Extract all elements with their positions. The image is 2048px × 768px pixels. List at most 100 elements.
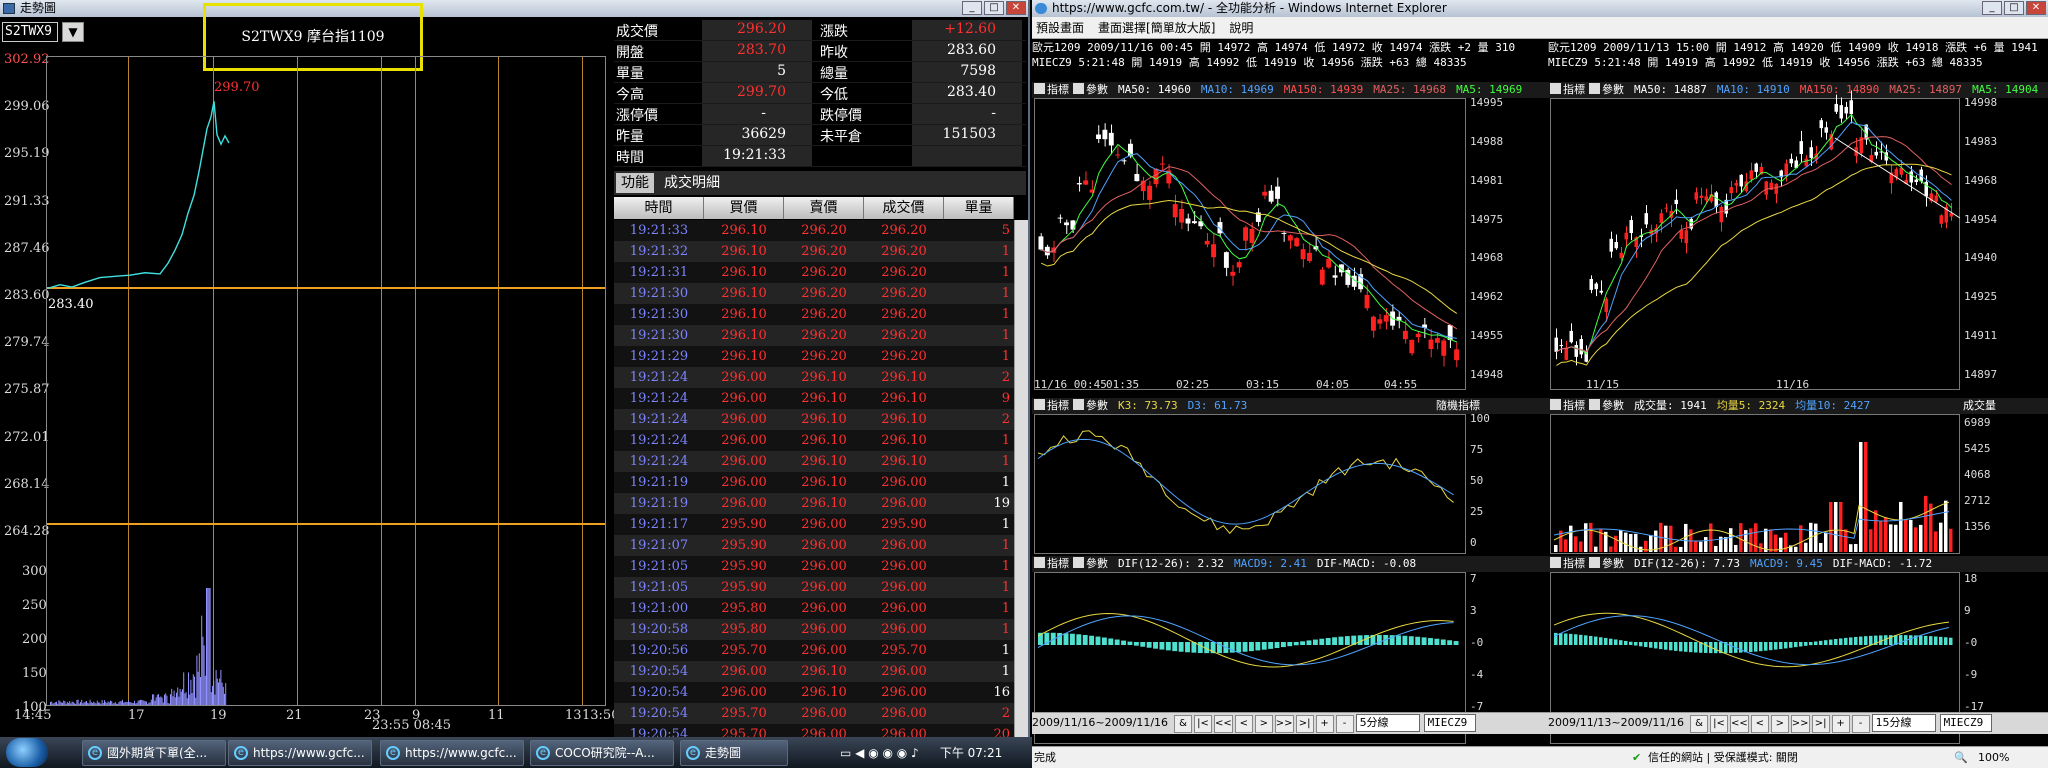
table-header-cell[interactable]: 時間: [614, 197, 704, 219]
nav-button[interactable]: -: [1335, 715, 1354, 733]
table-row[interactable]: 19:21:30 296.10 296.20 296.20 1: [614, 304, 1014, 325]
trade-table-scrollbar[interactable]: [1014, 220, 1028, 737]
ie-maximize-button[interactable]: □: [2004, 1, 2024, 15]
table-row[interactable]: 19:20:54 295.70 296.00 296.00 20: [614, 724, 1014, 737]
ie-minimize-button[interactable]: _: [1982, 1, 2002, 15]
menu-item[interactable]: 說明: [1229, 17, 1253, 38]
zoom-icon[interactable]: 🔍: [1954, 747, 1968, 768]
period-select[interactable]: 15分線: [1871, 714, 1936, 732]
table-header-cell[interactable]: 買價: [704, 197, 784, 219]
table-row[interactable]: 19:21:24 296.00 296.10 296.10 2: [614, 367, 1014, 388]
clock[interactable]: 下午 07:21: [940, 746, 1002, 760]
table-header-cell[interactable]: 單量: [944, 197, 1014, 219]
ie-titlebar[interactable]: https://www.gcfc.com.tw/ - 全功能分析 - Windo…: [1032, 0, 2048, 17]
indicator-toggle-icon[interactable]: [1034, 83, 1045, 94]
table-row[interactable]: 19:21:30 296.10 296.20 296.20 1: [614, 325, 1014, 346]
taskbar-item[interactable]: e https://www.gcfc...: [228, 740, 372, 766]
start-button[interactable]: [6, 738, 48, 767]
nav-button[interactable]: |<: [1194, 715, 1213, 733]
table-row[interactable]: 19:20:54 295.70 296.00 296.00 2: [614, 703, 1014, 724]
nav-button[interactable]: >|: [1811, 715, 1830, 733]
table-row[interactable]: 19:20:54 296.00 296.10 296.00 1: [614, 661, 1014, 682]
table-row[interactable]: 19:21:33 296.10 296.20 296.20 5: [614, 220, 1014, 241]
table-row[interactable]: 19:21:29 296.10 296.20 296.20 1: [614, 346, 1014, 367]
ie-close-button[interactable]: ✕: [2026, 1, 2046, 15]
table-row[interactable]: 19:21:30 296.10 296.20 296.20 1: [614, 283, 1014, 304]
nav-button[interactable]: >>: [1790, 715, 1810, 733]
params-toggle-icon[interactable]: [1073, 399, 1084, 410]
table-header-cell[interactable]: 賣價: [784, 197, 864, 219]
table-row[interactable]: 19:20:56 295.70 296.00 295.70 1: [614, 640, 1014, 661]
indicator-toggle-icon[interactable]: [1550, 83, 1561, 94]
table-row[interactable]: 19:21:24 296.00 296.10 296.10 1: [614, 430, 1014, 451]
nav-button[interactable]: +: [1315, 715, 1334, 733]
params-label[interactable]: 參數: [1602, 557, 1624, 570]
indicator-toggle-icon[interactable]: [1034, 557, 1045, 568]
trade-table-body[interactable]: 19:21:33 296.10 296.20 296.20 5 19:21:32 296.1…: [614, 220, 1014, 737]
indicator-label[interactable]: 指標: [1563, 83, 1585, 96]
table-cell: 19:20:56: [629, 643, 689, 658]
indicator-label[interactable]: 指標: [1563, 557, 1585, 570]
params-label[interactable]: 參數: [1602, 83, 1624, 96]
table-row[interactable]: 19:21:24 296.00 296.10 296.10 9: [614, 388, 1014, 409]
nav-button[interactable]: <: [1750, 715, 1769, 733]
params-label[interactable]: 參數: [1086, 557, 1108, 570]
table-row[interactable]: 19:21:05 295.90 296.00 296.00 1: [614, 556, 1014, 577]
nav-button[interactable]: >>: [1274, 715, 1294, 733]
nav-button[interactable]: +: [1831, 715, 1850, 733]
params-label[interactable]: 參數: [1086, 399, 1108, 412]
zoom-level[interactable]: 100%: [1978, 747, 2009, 768]
nav-button[interactable]: >: [1254, 715, 1273, 733]
volume-bar: [202, 636, 204, 705]
params-toggle-icon[interactable]: [1589, 557, 1600, 568]
table-row[interactable]: 19:21:17 295.90 296.00 295.90 1: [614, 514, 1014, 535]
menu-item[interactable]: 預設畫面: [1036, 17, 1084, 38]
symbol-field[interactable]: MIECZ9: [1939, 714, 1992, 732]
table-row[interactable]: 19:21:32 296.10 296.20 296.20 1: [614, 241, 1014, 262]
tab-function[interactable]: 功能: [616, 173, 654, 193]
taskbar-item[interactable]: e COCO研究院--A...: [530, 740, 674, 766]
params-toggle-icon[interactable]: [1073, 83, 1084, 94]
nav-button[interactable]: |<: [1710, 715, 1729, 733]
table-row[interactable]: 19:21:19 296.00 296.10 296.00 19: [614, 493, 1014, 514]
nav-button[interactable]: -: [1851, 715, 1870, 733]
table-row[interactable]: 19:21:05 295.90 296.00 296.00 1: [614, 577, 1014, 598]
params-label[interactable]: 參數: [1086, 83, 1108, 96]
tray-icons[interactable]: ▭ ◀ ◉ ◉ ◉ ♪: [840, 740, 936, 766]
indicator-label[interactable]: 指標: [1047, 399, 1069, 412]
taskbar-item[interactable]: e https://www.gcfc...: [380, 740, 524, 766]
tab-trade-details[interactable]: 成交明細: [664, 173, 720, 193]
indicator-toggle-icon[interactable]: [1034, 399, 1045, 410]
table-cell: 16: [993, 685, 1010, 700]
indicator-label[interactable]: 指標: [1047, 557, 1069, 570]
params-label[interactable]: 參數: [1602, 399, 1624, 412]
table-row[interactable]: 19:21:24 296.00 296.10 296.10 2: [614, 409, 1014, 430]
taskbar-item[interactable]: e 走勢圖: [680, 740, 788, 766]
table-header-cell[interactable]: 成交價: [864, 197, 944, 219]
params-toggle-icon[interactable]: [1073, 557, 1084, 568]
table-row[interactable]: 19:21:07 295.90 296.00 296.00 1: [614, 535, 1014, 556]
nav-button[interactable]: &: [1174, 715, 1193, 733]
table-row[interactable]: 19:21:24 296.00 296.10 296.10 1: [614, 451, 1014, 472]
params-toggle-icon[interactable]: [1589, 83, 1600, 94]
indicator-toggle-icon[interactable]: [1550, 557, 1561, 568]
nav-button[interactable]: <<: [1214, 715, 1233, 733]
period-select[interactable]: 5分線: [1355, 714, 1420, 732]
nav-button[interactable]: >: [1770, 715, 1789, 733]
indicator-label[interactable]: 指標: [1563, 399, 1585, 412]
nav-button[interactable]: <: [1234, 715, 1253, 733]
table-row[interactable]: 19:21:31 296.10 296.20 296.20 1: [614, 262, 1014, 283]
table-row[interactable]: 19:21:19 296.00 296.10 296.00 1: [614, 472, 1014, 493]
nav-button[interactable]: &: [1690, 715, 1709, 733]
table-row[interactable]: 19:21:00 295.80 296.00 296.00 1: [614, 598, 1014, 619]
table-row[interactable]: 19:20:58 295.80 296.00 296.00 1: [614, 619, 1014, 640]
indicator-toggle-icon[interactable]: [1550, 399, 1561, 410]
table-row[interactable]: 19:20:54 296.00 296.10 296.00 16: [614, 682, 1014, 703]
nav-button[interactable]: >|: [1295, 715, 1314, 733]
params-toggle-icon[interactable]: [1589, 399, 1600, 410]
menu-item[interactable]: 畫面選擇[簡單放大版]: [1098, 17, 1215, 38]
symbol-field[interactable]: MIECZ9: [1423, 714, 1476, 732]
indicator-label[interactable]: 指標: [1047, 83, 1069, 96]
nav-button[interactable]: <<: [1730, 715, 1749, 733]
taskbar-item[interactable]: e 國外期貨下單(全...: [82, 740, 226, 766]
